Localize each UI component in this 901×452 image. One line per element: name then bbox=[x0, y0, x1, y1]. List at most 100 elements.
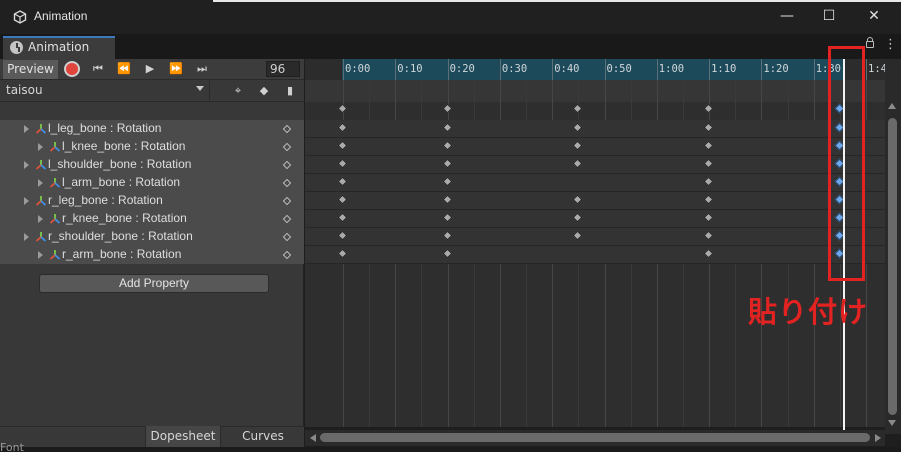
property-row[interactable]: l_shoulder_bone : Rotation bbox=[0, 156, 304, 174]
expand-triangle-icon[interactable] bbox=[38, 251, 43, 259]
property-row[interactable]: l_knee_bone : Rotation bbox=[0, 138, 304, 156]
add-property-button[interactable]: Add Property bbox=[39, 274, 269, 293]
property-row[interactable]: r_shoulder_bone : Rotation bbox=[0, 228, 304, 246]
ruler-tick bbox=[709, 59, 711, 80]
keyframe-toggle-icon[interactable] bbox=[282, 160, 292, 170]
keyframe-toggle-icon[interactable] bbox=[282, 178, 292, 188]
expand-triangle-icon[interactable] bbox=[24, 233, 29, 241]
go-to-last-key-icon[interactable]: ⏭ bbox=[193, 61, 211, 77]
keyframe-track[interactable] bbox=[305, 228, 885, 246]
property-row[interactable]: r_leg_bone : Rotation bbox=[0, 192, 304, 210]
keyframe-toggle-icon[interactable] bbox=[282, 124, 292, 134]
ruler-tick-label: 0:50 bbox=[606, 63, 632, 75]
keyframe-track[interactable] bbox=[305, 192, 885, 210]
ruler-tick-label: 0:40 bbox=[554, 63, 580, 75]
ruler-tick-label: 1:10 bbox=[711, 63, 737, 75]
keyframe-track[interactable] bbox=[305, 138, 885, 156]
background-window-strip bbox=[0, 447, 901, 452]
transform-axes-icon bbox=[35, 232, 47, 242]
title-bar bbox=[0, 0, 901, 34]
property-row[interactable]: l_leg_bone : Rotation bbox=[0, 120, 304, 138]
tab-strip bbox=[0, 34, 901, 59]
ruler-tick-label: 0:00 bbox=[345, 63, 371, 75]
prev-key-icon[interactable]: ⏪ bbox=[115, 61, 133, 77]
property-label: r_knee_bone : Rotation bbox=[62, 211, 187, 225]
transform-axes-icon bbox=[35, 160, 47, 170]
transform-axes-icon bbox=[35, 124, 47, 134]
expand-triangle-icon[interactable] bbox=[24, 161, 29, 169]
keyframe-toggle-icon[interactable] bbox=[282, 250, 292, 260]
expand-triangle-icon[interactable] bbox=[38, 215, 43, 223]
annotation-label: 貼り付け bbox=[748, 295, 869, 329]
background-font-label: Font bbox=[0, 441, 24, 452]
keyframe-track[interactable] bbox=[305, 246, 885, 264]
property-label: l_arm_bone : Rotation bbox=[62, 175, 181, 189]
lock-icon[interactable] bbox=[866, 37, 874, 48]
transform-axes-icon bbox=[35, 196, 47, 206]
vertical-scroll-thumb[interactable] bbox=[888, 118, 897, 415]
filter-by-selection-icon[interactable]: ⌖ bbox=[228, 82, 248, 99]
add-keyframe-icon[interactable]: ◆ bbox=[254, 82, 274, 99]
keyframe-toggle-icon[interactable] bbox=[282, 214, 292, 224]
clock-icon bbox=[10, 41, 23, 54]
scroll-up-icon[interactable] bbox=[888, 103, 896, 109]
maximize-button[interactable]: ☐ bbox=[821, 8, 837, 24]
keyframe-track[interactable] bbox=[305, 120, 885, 138]
ruler-tick bbox=[447, 59, 449, 80]
minimize-button[interactable]: — bbox=[779, 8, 795, 24]
keyframe-toggle-icon[interactable] bbox=[282, 142, 292, 152]
background-window-strip bbox=[213, 0, 901, 2]
keyframe-track[interactable] bbox=[305, 156, 885, 174]
play-icon[interactable]: ▶ bbox=[141, 61, 159, 77]
ruler-tick-label: 0:30 bbox=[501, 63, 528, 75]
keyframe-track[interactable] bbox=[305, 210, 885, 228]
scroll-right-icon[interactable] bbox=[875, 434, 881, 442]
ruler-tick bbox=[813, 59, 815, 80]
preview-button[interactable]: Preview bbox=[3, 60, 58, 79]
transform-axes-icon bbox=[49, 142, 61, 152]
expand-triangle-icon[interactable] bbox=[38, 143, 43, 151]
ruler-tick-label: 0:10 bbox=[397, 63, 423, 75]
property-label: l_knee_bone : Rotation bbox=[62, 139, 186, 153]
ruler-tick-label: 1:00 bbox=[658, 63, 685, 75]
ruler-tick-label: 0:20 bbox=[449, 63, 475, 75]
expand-triangle-icon[interactable] bbox=[24, 125, 29, 133]
transform-axes-icon bbox=[49, 250, 61, 260]
expand-triangle-icon[interactable] bbox=[38, 179, 43, 187]
ruler-tick bbox=[552, 59, 554, 80]
property-label: r_shoulder_bone : Rotation bbox=[48, 229, 193, 243]
more-options-icon[interactable]: ⋮ bbox=[884, 38, 897, 52]
summary-row bbox=[0, 102, 304, 120]
scroll-down-icon[interactable] bbox=[888, 420, 896, 426]
annotation-highlight-box bbox=[828, 46, 865, 281]
keyframe-toggle-icon[interactable] bbox=[282, 196, 292, 206]
ruler-tick bbox=[604, 59, 606, 80]
record-button[interactable] bbox=[66, 63, 78, 75]
clip-name: taisou bbox=[6, 83, 43, 97]
transform-axes-icon bbox=[49, 178, 61, 188]
property-row[interactable]: r_arm_bone : Rotation bbox=[0, 246, 304, 264]
go-to-first-key-icon[interactable]: ⏮ bbox=[89, 61, 107, 77]
tab-dopesheet[interactable]: Dopesheet bbox=[145, 426, 221, 447]
next-key-icon[interactable]: ⏩ bbox=[167, 61, 185, 77]
tab-curves[interactable]: Curves bbox=[228, 426, 298, 447]
ruler-tick bbox=[499, 59, 501, 80]
property-row[interactable]: l_arm_bone : Rotation bbox=[0, 174, 304, 192]
property-row[interactable]: r_knee_bone : Rotation bbox=[0, 210, 304, 228]
ruler-tick bbox=[656, 59, 658, 80]
frame-field[interactable]: 96 bbox=[266, 61, 300, 77]
keyframe-toggle-icon[interactable] bbox=[282, 232, 292, 242]
transform-axes-icon bbox=[49, 214, 61, 224]
summary-track bbox=[305, 80, 885, 102]
keyframe-track[interactable] bbox=[305, 174, 885, 192]
add-event-icon[interactable]: ▮ bbox=[280, 82, 300, 99]
scroll-left-icon[interactable] bbox=[310, 434, 316, 442]
ruler-tick bbox=[761, 59, 763, 80]
tab-animation-label: Animation bbox=[28, 40, 90, 54]
close-button[interactable]: ✕ bbox=[866, 8, 882, 24]
unity-logo-icon bbox=[13, 10, 27, 24]
ruler-tick bbox=[343, 59, 344, 80]
ruler-tick-label: 1:20 bbox=[763, 63, 789, 75]
horizontal-scroll-thumb[interactable] bbox=[320, 433, 870, 442]
expand-triangle-icon[interactable] bbox=[24, 197, 29, 205]
